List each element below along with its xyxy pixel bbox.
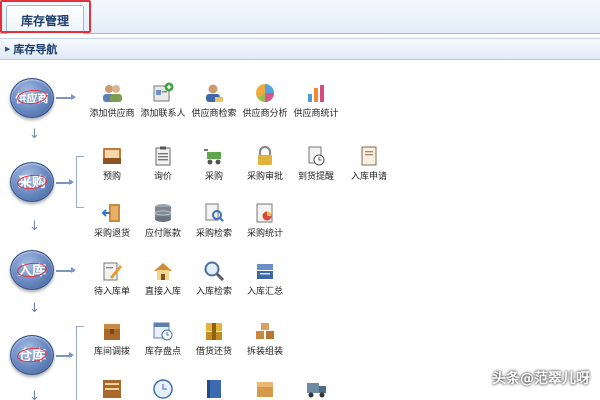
database-icon (154, 204, 172, 222)
envelope-tray-icon (103, 148, 121, 164)
boxes-stack-icon (257, 264, 273, 279)
item-label: 入库申请 (350, 172, 387, 182)
item-label: 拆装组装 (246, 347, 283, 357)
purchase-return-button[interactable]: 采购退货 (84, 202, 140, 239)
clipboard-icon (155, 146, 171, 166)
tab-bar: 库存管理 (0, 0, 600, 34)
purchase-search-button[interactable]: 采购检索 (186, 202, 242, 239)
book-icon[interactable] (203, 378, 225, 400)
arrival-reminder-button[interactable]: 到货提醒 (288, 145, 344, 182)
arrow-right-icon (56, 267, 76, 273)
cart-icon (204, 149, 221, 165)
item-label: 到货提醒 (297, 172, 334, 182)
document-icon (361, 146, 377, 166)
box-icon[interactable] (254, 378, 276, 400)
people-icon (103, 85, 122, 102)
add-supplier-button[interactable]: 添加供应商 (84, 82, 140, 119)
arrow-down-icon: ↓ (29, 389, 40, 400)
stocktaking-button[interactable]: 库存盘点 (135, 320, 191, 357)
pending-inbound-order-button[interactable]: 待入库单 (84, 260, 140, 297)
item-label: 供应商统计 (293, 109, 339, 119)
clock-icon[interactable] (152, 378, 174, 400)
inventory-management-page: 库存管理 ▶ 库存导航 供应商 ↓ 采购 ↓ 入库 ↓ 仓库 ↓ 添加供应商 添… (0, 0, 600, 400)
pie-chart-icon (256, 84, 274, 102)
arrow-right-icon (56, 94, 76, 100)
expand-triangle-icon: ▶ (5, 45, 11, 53)
supplier-analysis-button[interactable]: 供应商分析 (237, 82, 293, 119)
group-bracket (76, 156, 84, 208)
pre-order-button[interactable]: 预购 (84, 145, 140, 182)
purchase-button[interactable]: 采购 (186, 145, 242, 182)
item-label: 供应商检索 (191, 109, 237, 119)
arrow-down-icon: ↓ (29, 127, 40, 142)
group-bracket (76, 326, 84, 400)
add-contact-button[interactable]: 添加联系人 (135, 82, 191, 119)
supplier-statistics-button[interactable]: 供应商统计 (288, 82, 344, 119)
person-search-icon (206, 84, 223, 102)
pencil-document-icon (103, 262, 122, 281)
inbound-request-button[interactable]: 入库申请 (341, 145, 397, 182)
add-contact-card-icon (153, 82, 174, 102)
lock-icon (258, 145, 272, 165)
document-search-icon (205, 203, 224, 222)
item-label: 库间调拨 (93, 347, 130, 357)
item-label: 采购检索 (195, 229, 232, 239)
item-label: 添加联系人 (140, 109, 186, 119)
report-chart-icon (256, 203, 273, 223)
inquiry-button[interactable]: 询价 (135, 145, 191, 182)
item-label: 预购 (102, 172, 121, 182)
accounts-payable-button[interactable]: 应付账款 (135, 202, 191, 239)
purchase-statistics-button[interactable]: 采购统计 (237, 202, 293, 239)
item-label: 应付账款 (144, 229, 181, 239)
calendar-clock-icon (153, 322, 173, 341)
clock-document-icon (308, 146, 325, 166)
inter-warehouse-transfer-button[interactable]: 库间调拨 (84, 320, 140, 357)
house-icon (154, 263, 172, 280)
tab-highlight-box (0, 0, 91, 33)
item-label: 入库汇总 (246, 287, 283, 297)
arrow-right-icon (56, 352, 74, 358)
item-label: 供应商分析 (242, 109, 288, 119)
disassembly-assembly-button[interactable]: 拆装组装 (237, 320, 293, 357)
item-label: 采购审批 (246, 172, 283, 182)
section-title: 库存导航 (13, 43, 58, 56)
item-label: 借货还货 (195, 347, 232, 357)
item-label: 直接入库 (144, 287, 181, 297)
arrow-right-icon (56, 179, 74, 185)
delivery-truck-icon[interactable] (306, 378, 328, 400)
magnifier-icon (204, 261, 225, 282)
purchase-approval-button[interactable]: 采购审批 (237, 145, 293, 182)
inbound-search-button[interactable]: 入库检索 (186, 260, 242, 297)
package-pile-icon (256, 323, 274, 339)
borrow-return-goods-button[interactable]: 借货还货 (186, 320, 242, 357)
arrow-down-icon: ↓ (29, 219, 40, 234)
item-label: 入库检索 (195, 287, 232, 297)
direct-inbound-button[interactable]: 直接入库 (135, 260, 191, 297)
item-label: 采购退货 (93, 229, 130, 239)
supplier-search-button[interactable]: 供应商检索 (186, 82, 242, 119)
item-label: 添加供应商 (89, 109, 135, 119)
boxes-icon (206, 323, 222, 340)
door-exit-icon (101, 204, 120, 222)
watermark-text: 头条@范翠儿呀 (492, 371, 590, 387)
bar-chart-icon (308, 85, 324, 102)
abacus-icon[interactable] (101, 378, 123, 400)
item-label: 待入库单 (93, 287, 130, 297)
arrow-down-icon: ↓ (29, 301, 40, 316)
inbound-summary-button[interactable]: 入库汇总 (237, 260, 293, 297)
item-label: 采购统计 (246, 229, 283, 239)
item-label: 库存盘点 (144, 347, 181, 357)
section-header: ▶ 库存导航 (0, 38, 600, 60)
item-label: 询价 (153, 172, 172, 182)
brown-box-icon (104, 324, 120, 340)
item-label: 采购 (204, 172, 223, 182)
